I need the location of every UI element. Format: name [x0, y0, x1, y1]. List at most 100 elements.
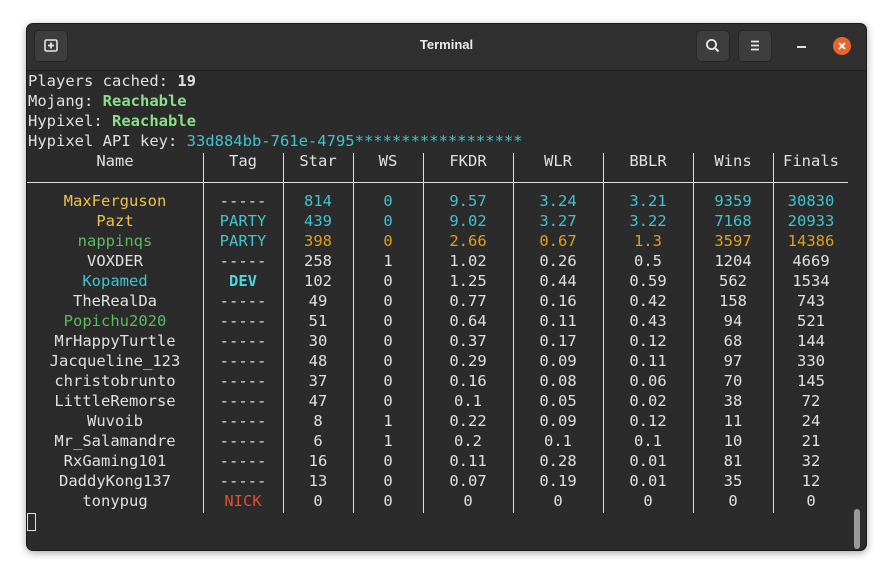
header-divider	[27, 182, 848, 183]
cell-ws: 0	[383, 212, 393, 230]
column-header-name: Name	[96, 152, 134, 170]
titlebar: Terminal	[27, 24, 866, 71]
cell-tag: -----	[219, 252, 267, 270]
cell-fkdr: 0.22	[449, 412, 487, 430]
cell-finals: 4669	[792, 252, 830, 270]
cell-bblr: 0.11	[629, 352, 667, 370]
cell-finals: 743	[797, 292, 825, 310]
cell-tag: -----	[219, 452, 267, 470]
cell-ws: 0	[383, 392, 393, 410]
hypixel-label: Hypixel:	[28, 112, 112, 130]
cell-wins: 158	[719, 292, 747, 310]
cell-wins: 68	[723, 332, 743, 350]
cell-bblr: 0.01	[629, 452, 667, 470]
cell-tag: -----	[219, 472, 267, 490]
cell-wins: 97	[723, 352, 743, 370]
terminal-output[interactable]: Players cached: 19 Mojang: Reachable Hyp…	[27, 71, 849, 549]
cell-tag: -----	[219, 332, 267, 350]
cell-name: Jacqueline_123	[49, 352, 181, 370]
cell-bblr: 0.01	[629, 472, 667, 490]
column-header-star: Star	[299, 152, 337, 170]
cell-wlr: 3.27	[539, 212, 577, 230]
scrollbar[interactable]	[854, 509, 860, 549]
cell-fkdr: 0.29	[449, 352, 487, 370]
minimize-button[interactable]	[797, 46, 806, 48]
close-button[interactable]	[833, 37, 851, 55]
cell-wins: 70	[723, 372, 743, 390]
cell-ws: 0	[383, 292, 393, 310]
cell-ws: 0	[383, 272, 393, 290]
cell-fkdr: 0.77	[449, 292, 487, 310]
cell-ws: 0	[383, 492, 393, 510]
column-header-finals: Finals	[783, 152, 839, 170]
cell-star: 13	[308, 472, 328, 490]
cell-finals: 330	[797, 352, 825, 370]
cell-wlr: 0.16	[539, 292, 577, 310]
cell-wlr: 0.67	[539, 232, 577, 250]
cell-wlr: 0.09	[539, 352, 577, 370]
cell-bblr: 0.12	[629, 412, 667, 430]
search-button[interactable]	[696, 30, 730, 62]
cell-fkdr: 9.57	[449, 192, 487, 210]
cell-star: 47	[308, 392, 328, 410]
cell-finals: 145	[797, 372, 825, 390]
cell-tag: -----	[219, 312, 267, 330]
cell-name: Mr_Salamandre	[54, 432, 176, 450]
cell-bblr: 0.12	[629, 332, 667, 350]
cell-finals: 72	[801, 392, 821, 410]
cell-name: tonypug	[82, 492, 148, 510]
cell-tag: -----	[219, 412, 267, 430]
cell-tag: -----	[219, 352, 267, 370]
cell-ws: 0	[383, 232, 393, 250]
cell-name: VOXDER	[87, 252, 143, 270]
cell-bblr: 0.02	[629, 392, 667, 410]
cell-tag: -----	[219, 392, 267, 410]
cell-wlr: 0.28	[539, 452, 577, 470]
cell-fkdr: 0.07	[449, 472, 487, 490]
cell-ws: 0	[383, 472, 393, 490]
cell-wlr: 0	[553, 492, 563, 510]
cell-wlr: 0.05	[539, 392, 577, 410]
search-icon	[705, 38, 720, 53]
cell-finals: 24	[801, 412, 821, 430]
cell-tag: -----	[219, 432, 267, 450]
cell-fkdr: 0.37	[449, 332, 487, 350]
cell-bblr: 3.21	[629, 192, 667, 210]
cell-name: Kopamed	[82, 272, 148, 290]
cell-tag: NICK	[224, 492, 262, 510]
cell-bblr: 1.3	[634, 232, 662, 250]
cell-ws: 1	[383, 412, 393, 430]
cell-star: 16	[308, 452, 328, 470]
mojang-label: Mojang:	[28, 92, 103, 110]
cell-fkdr: 0.64	[449, 312, 487, 330]
cell-tag: -----	[219, 372, 267, 390]
terminal-window: Terminal Players cached: 19 Mojang: Reac…	[26, 23, 867, 551]
cell-wins: 562	[719, 272, 747, 290]
cell-finals: 30830	[787, 192, 835, 210]
cell-star: 258	[304, 252, 332, 270]
api-key-value: 33d884bb-761e-4795******************	[186, 132, 523, 150]
cell-fkdr: 2.66	[449, 232, 487, 250]
players-cached-line: Players cached: 19	[28, 71, 196, 91]
cell-wins: 38	[723, 392, 743, 410]
cell-tag: -----	[219, 292, 267, 310]
cell-star: 102	[304, 272, 332, 290]
cell-bblr: 3.22	[629, 212, 667, 230]
cell-name: nappinqs	[77, 232, 153, 250]
cell-name: Wuvoib	[87, 412, 143, 430]
cell-tag: -----	[219, 192, 267, 210]
cell-wins: 0	[728, 492, 738, 510]
cell-wins: 10	[723, 432, 743, 450]
cell-finals: 1534	[792, 272, 830, 290]
column-header-bblr: BBLR	[629, 152, 667, 170]
cell-name: TheRealDa	[73, 292, 157, 310]
cell-wlr: 0.26	[539, 252, 577, 270]
cell-name: RxGaming101	[63, 452, 167, 470]
players-cached-value: 19	[177, 72, 196, 90]
cell-ws: 0	[383, 332, 393, 350]
cell-bblr: 0.06	[629, 372, 667, 390]
cell-finals: 12	[801, 472, 821, 490]
menu-button[interactable]	[738, 30, 772, 62]
cell-bblr: 0.42	[629, 292, 667, 310]
cell-wins: 1204	[714, 252, 752, 270]
